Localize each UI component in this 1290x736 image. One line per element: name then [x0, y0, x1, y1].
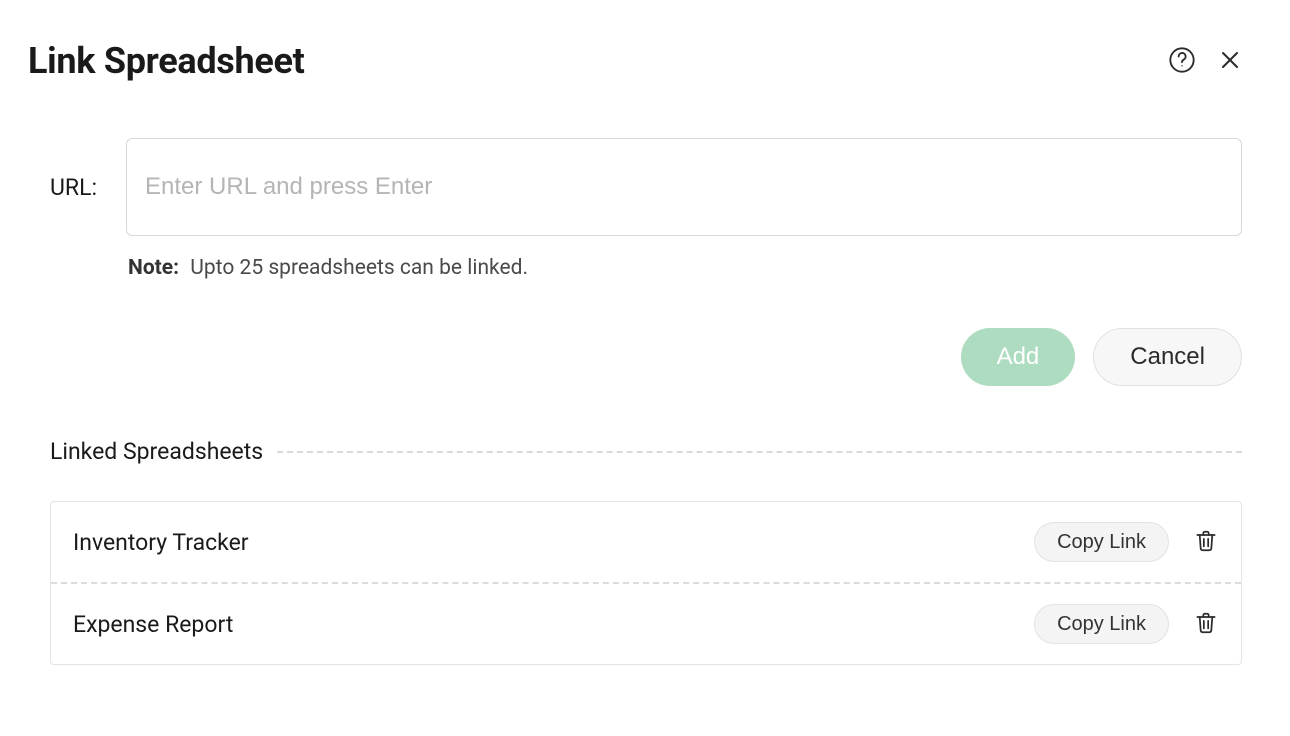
help-icon — [1168, 46, 1196, 77]
url-row: URL: — [50, 138, 1242, 236]
linked-section-label: Linked Spreadsheets — [50, 438, 263, 465]
link-spreadsheet-dialog: Link Spreadsheet — [0, 0, 1290, 736]
list-item: Inventory Tracker Copy Link — [51, 502, 1241, 582]
list-item: Expense Report Copy Link — [51, 582, 1241, 664]
note-row: Note: Upto 25 spreadsheets can be linked… — [128, 256, 1242, 280]
trash-icon — [1193, 528, 1219, 557]
linked-spreadsheets-list: Inventory Tracker Copy Link Expense Repo… — [50, 501, 1242, 665]
close-icon — [1218, 48, 1242, 75]
add-button[interactable]: Add — [961, 328, 1076, 386]
spreadsheet-name: Inventory Tracker — [73, 529, 1012, 556]
cancel-button[interactable]: Cancel — [1093, 328, 1242, 386]
help-button[interactable] — [1168, 46, 1196, 77]
spreadsheet-name: Expense Report — [73, 611, 1012, 638]
url-input[interactable] — [126, 138, 1242, 236]
note-text: Upto 25 spreadsheets can be linked. — [190, 256, 528, 280]
close-button[interactable] — [1218, 48, 1242, 75]
button-row: Add Cancel — [28, 328, 1242, 386]
divider-line — [277, 451, 1242, 453]
trash-icon — [1193, 610, 1219, 639]
delete-button[interactable] — [1191, 608, 1221, 641]
url-label: URL: — [50, 174, 108, 201]
note-label: Note: — [128, 256, 179, 280]
delete-button[interactable] — [1191, 526, 1221, 559]
header-actions — [1168, 46, 1242, 77]
copy-link-button[interactable]: Copy Link — [1034, 604, 1169, 644]
dialog-header: Link Spreadsheet — [28, 40, 1242, 82]
copy-link-button[interactable]: Copy Link — [1034, 522, 1169, 562]
dialog-title: Link Spreadsheet — [28, 40, 305, 82]
linked-section-header: Linked Spreadsheets — [50, 438, 1242, 465]
